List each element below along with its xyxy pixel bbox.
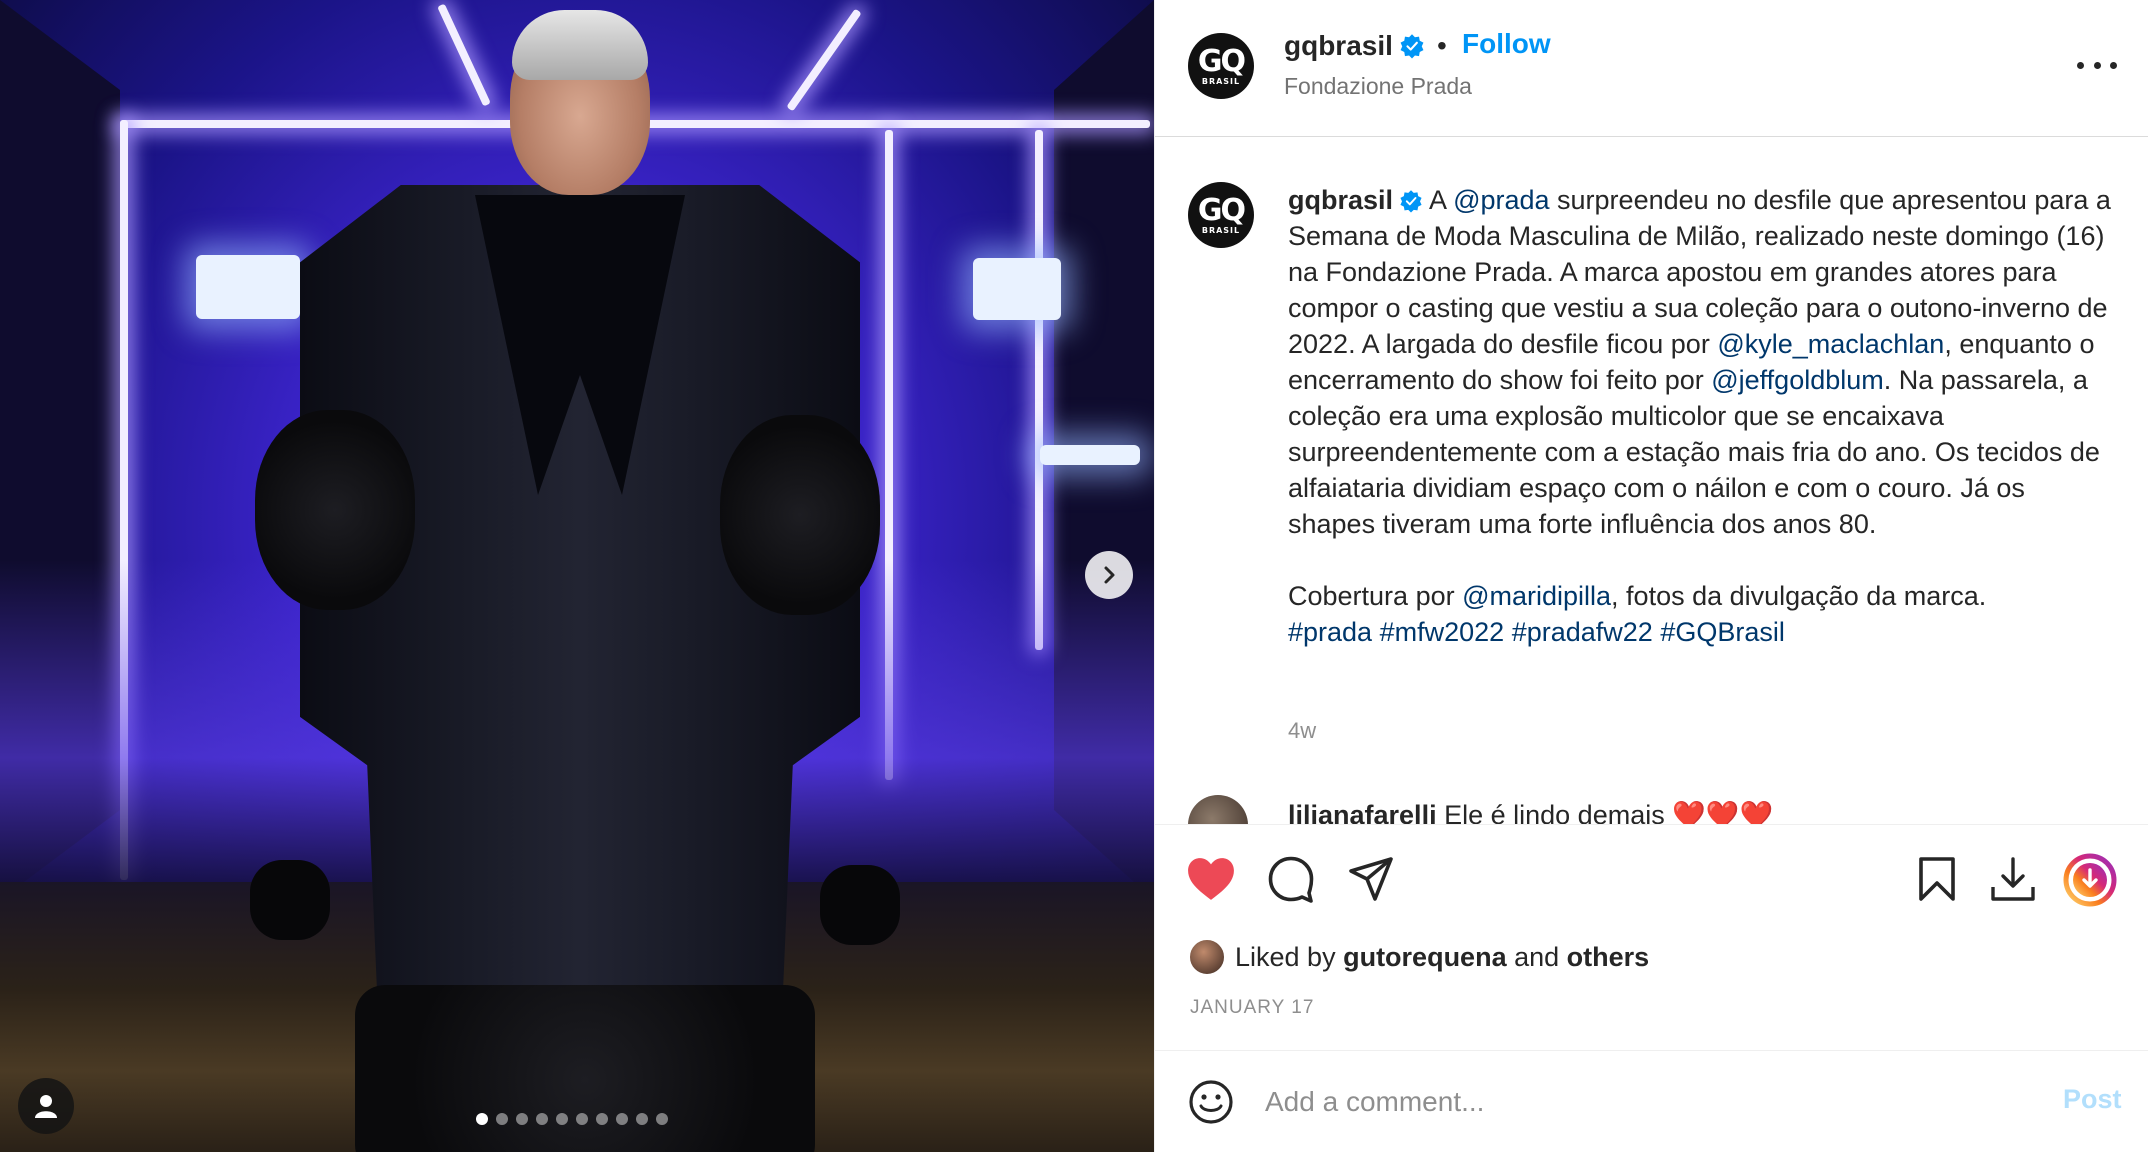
carousel-dot [616,1113,628,1125]
stage-light-panel [1040,445,1140,465]
carousel-dot [476,1113,488,1125]
commenter-avatar[interactable] [1188,795,1248,824]
glove-left [250,860,330,940]
extension-download-button[interactable] [2063,853,2117,907]
hashtag-link[interactable]: #pradafw22 [1512,617,1653,647]
tagged-users-button[interactable] [18,1078,74,1134]
emoji-smile-icon [1189,1080,1233,1124]
liker-username[interactable]: gutorequena [1343,942,1507,972]
carousel-dot [596,1113,608,1125]
post-location[interactable]: Fondazione Prada [1284,73,1472,100]
carousel-dot [556,1113,568,1125]
post-header: GQ BRASIL gqbrasil • Follow Fondazione P… [1155,0,2148,137]
save-button[interactable] [1911,853,1963,905]
avatar-logo-text: GQ [1197,43,1246,79]
author-username-text[interactable]: gqbrasil [1284,30,1393,61]
verified-badge-icon [1400,34,1424,59]
caption-text: A [1429,185,1454,215]
hashtag-link[interactable]: #mfw2022 [1380,617,1505,647]
send-icon [1349,857,1393,901]
carousel-dot [516,1113,528,1125]
likes-summary: Liked by gutorequena and others [1188,935,1649,979]
verified-badge-icon [1400,190,1422,213]
likes-others-link[interactable]: others [1567,942,1650,972]
more-dot [2093,61,2101,69]
commenter-username[interactable]: lilianafarelli [1288,800,1437,824]
avatar-logo-subtext: BRASIL [1201,76,1241,86]
post-date[interactable]: JANUARY 17 [1190,997,1314,1019]
post-actions: Liked by gutorequena and others JANUARY … [1155,824,2148,1054]
model-figure [230,0,930,1152]
comment-item: lilianafarelli Ele é lindo demais ❤️❤️❤️ [1188,795,2118,824]
fur-sleeve-right [720,415,880,615]
likes-prefix: Liked by [1235,941,1344,972]
liker-avatar[interactable] [1188,938,1226,976]
chevron-right-icon [1104,566,1115,584]
share-button[interactable] [1345,853,1397,905]
post-side-panel: GQ BRASIL gqbrasil • Follow Fondazione P… [1154,0,2148,1152]
hashtag-link[interactable]: #GQBrasil [1660,617,1785,647]
mention-link[interactable]: @kyle_maclachlan [1717,329,1944,359]
stage-light-panel [973,258,1061,320]
fur-hem [355,985,815,1152]
like-button[interactable] [1185,853,1237,905]
mention-link[interactable]: @prada [1453,185,1549,215]
glove-right [820,865,900,945]
download-button[interactable] [1987,853,2039,905]
likes-middle: and [1506,941,1567,972]
post-comment-button[interactable]: Post [2063,1084,2122,1115]
download-icon [1991,857,2035,901]
carousel-dot [636,1113,648,1125]
more-options-button[interactable] [2077,50,2117,80]
user-icon [35,1095,57,1118]
model-hair [512,10,648,80]
emoji-button[interactable] [1188,1079,1234,1125]
author-username[interactable]: gqbrasil [1284,30,1425,62]
caption-text: Cobertura por [1288,581,1463,611]
mention-link[interactable]: @maridipilla [1462,581,1611,611]
comment-button[interactable] [1265,853,1317,905]
caption-username[interactable]: gqbrasil [1288,185,1393,215]
post-caption: gqbrasil A @prada surpreendeu no desfile… [1288,182,2118,650]
caption-time-ago[interactable]: 4w [1288,718,1316,744]
carousel-dot [576,1113,588,1125]
caption-author-avatar[interactable]: GQ BRASIL [1188,182,1254,248]
comment-text: lilianafarelli Ele é lindo demais ❤️❤️❤️ [1288,799,1773,824]
header-separator: • [1437,30,1447,61]
gradient-download-icon [2063,853,2117,907]
comment-bubble-icon [1268,856,1314,903]
avatar-logo-text: GQ [1197,192,1246,228]
follow-button[interactable]: Follow [1462,28,1551,60]
mention-link[interactable]: @jeffgoldblum [1711,365,1884,395]
add-comment-bar: Post [1155,1050,2148,1152]
heart-filled-icon [1188,858,1234,900]
carousel-indicator [476,1113,668,1125]
fur-sleeve-left [255,410,415,610]
caption-paragraph: Cobertura por @maridipilla, fotos da div… [1288,578,2118,650]
post-media[interactable] [0,0,1154,1152]
carousel-next-button[interactable] [1085,551,1133,599]
carousel-dot [656,1113,668,1125]
carousel-dot [536,1113,548,1125]
comments-section[interactable]: GQ BRASIL gqbrasil A @prada surpreendeu … [1155,138,2148,824]
likes-text: Liked by gutorequena and others [1235,942,1649,973]
bookmark-icon [1919,857,1955,901]
caption-paragraph: gqbrasil A @prada surpreendeu no desfile… [1288,182,2118,542]
caption-text: , fotos da divulgação da marca. [1611,581,1987,611]
comment-input[interactable] [1265,1077,1965,1127]
comment-body: Ele é lindo demais ❤️❤️❤️ [1444,800,1774,824]
avatar-logo-subtext: BRASIL [1201,225,1241,235]
more-dot [2110,61,2117,69]
more-dot [2077,61,2084,69]
carousel-dot [496,1113,508,1125]
author-avatar[interactable]: GQ BRASIL [1188,33,1254,99]
hashtag-link[interactable]: #prada [1288,617,1372,647]
